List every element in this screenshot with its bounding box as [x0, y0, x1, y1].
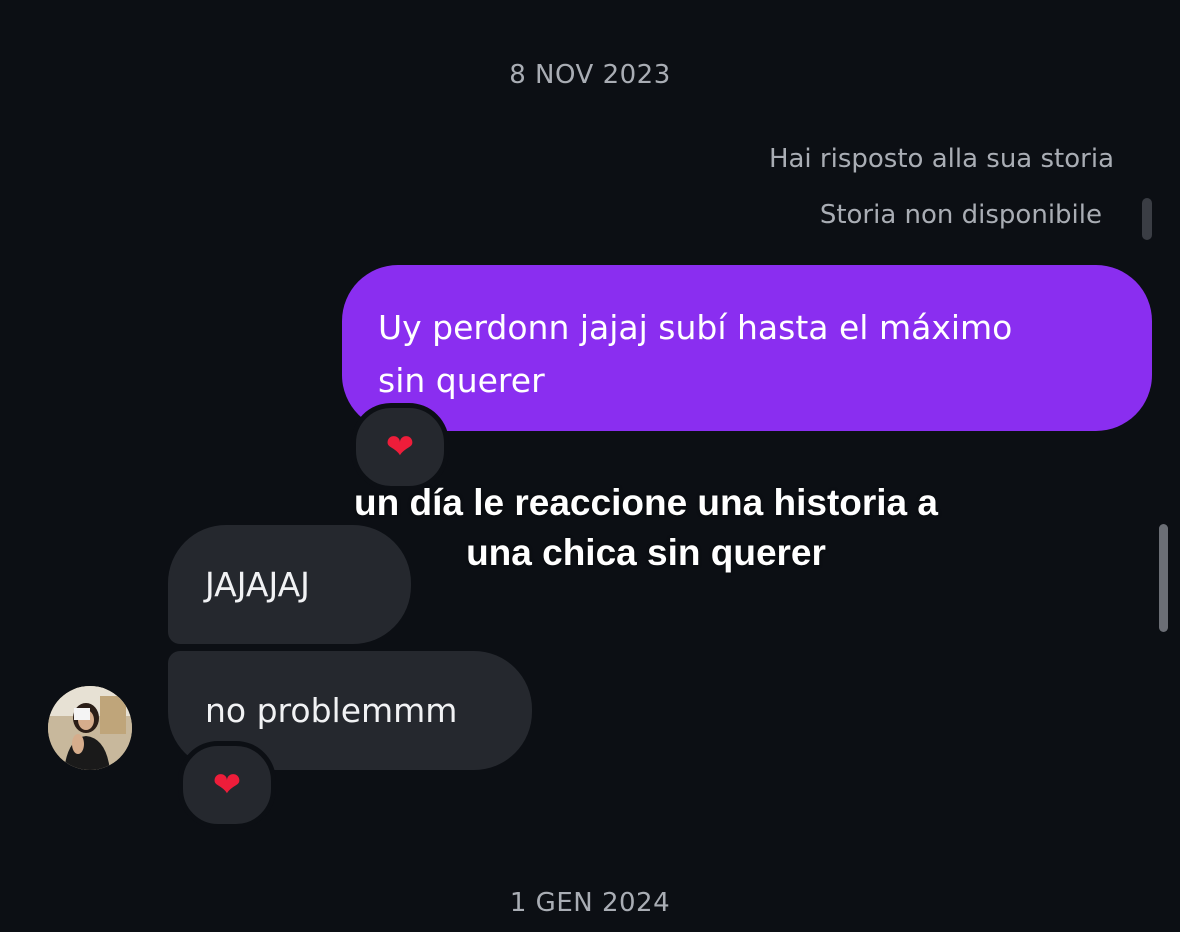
sent-message-line-1: Uy perdonn jajaj subí hasta el máximo [378, 308, 1013, 347]
date-separator-top: 8 NOV 2023 [509, 60, 671, 90]
received-message-text: no problemmm [205, 691, 458, 730]
scrollbar[interactable] [1159, 524, 1168, 632]
story-unavailable-label[interactable]: Storia non disponibile [820, 200, 1102, 230]
received-message-reaction[interactable]: ❤ [178, 741, 276, 829]
received-message-text: JAJAJAJ [205, 565, 310, 604]
contact-avatar[interactable] [48, 686, 132, 770]
sent-message-line-2: sin querer [378, 361, 545, 400]
overlay-caption: un día le reaccione una historia a una c… [300, 478, 992, 578]
date-separator-bottom: 1 GEN 2024 [509, 888, 671, 918]
story-reply-indicator [1142, 198, 1152, 240]
overlay-caption-line-1: un día le reaccione una historia a [354, 482, 938, 523]
overlay-caption-line-2: una chica sin querer [466, 532, 826, 573]
heart-icon: ❤ [212, 765, 242, 805]
sent-message-bubble[interactable]: Uy perdonn jajaj subí hasta el máximo si… [342, 265, 1152, 431]
avatar-image [48, 686, 132, 770]
story-reply-label: Hai risposto alla sua storia [768, 144, 1114, 174]
chat-screen: 8 NOV 2023 Hai risposto alla sua storia … [0, 0, 1180, 932]
heart-icon: ❤ [385, 427, 415, 467]
